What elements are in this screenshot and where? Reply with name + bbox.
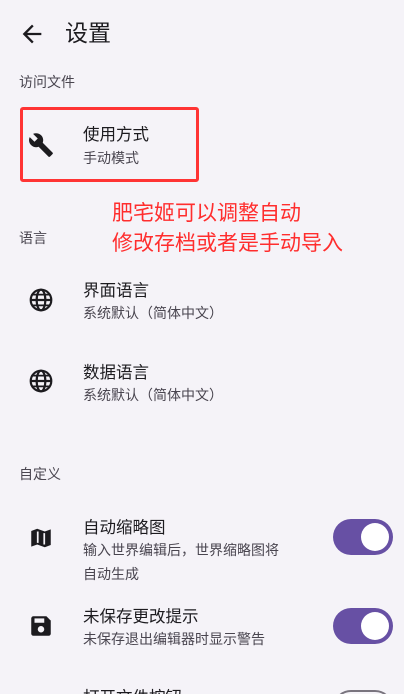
data-language-item[interactable]: 数据语言 系统默认（简体中文） [0,348,404,420]
auto-thumbnail-item[interactable]: 自动缩略图 输入世界编辑后，世界缩略图将 自动生成 [0,505,404,590]
section-header-custom: 自定义 [19,467,61,483]
auto-thumbnail-label: 自动缩略图 [83,518,166,537]
open-file-button-item[interactable]: 打开文件按钮 [0,676,404,694]
unsaved-prompt-desc: 未保存退出编辑器时显示警告 [83,632,265,648]
unsaved-prompt-item[interactable]: 未保存更改提示 未保存退出编辑器时显示警告 [0,600,404,660]
data-language-value: 系统默认（简体中文） [83,388,223,404]
unsaved-prompt-label: 未保存更改提示 [83,607,199,626]
section-header-files: 访问文件 [19,75,75,91]
app-bar: 设置 [0,0,404,68]
annotation-line-2: 修改存档或者是手动导入 [112,231,343,255]
toggle-knob [361,612,389,640]
globe-icon [29,288,53,312]
toggle-knob [361,523,389,551]
unsaved-prompt-toggle[interactable] [333,608,393,644]
save-icon [31,616,51,636]
arrow-left-icon[interactable] [18,20,46,48]
auto-thumbnail-desc-line1: 输入世界编辑后，世界缩略图将 [83,543,279,559]
ui-language-label: 界面语言 [83,281,149,300]
section-header-language: 语言 [19,231,47,247]
auto-thumbnail-toggle[interactable] [333,519,393,555]
ui-language-value: 系统默认（简体中文） [83,306,223,322]
highlight-box [20,107,199,182]
page-title: 设置 [65,21,111,47]
annotation-line-1: 肥宅姬可以调整自动 [112,201,301,225]
ui-language-item[interactable]: 界面语言 系统默认（简体中文） [0,265,404,337]
data-language-label: 数据语言 [83,363,149,382]
globe-icon [29,369,53,393]
map-icon [31,528,51,548]
open-file-button-toggle[interactable] [333,690,393,694]
auto-thumbnail-desc-line2: 自动生成 [83,567,139,583]
open-file-button-label: 打开文件按钮 [83,684,182,694]
annotation-text: 肥宅姬可以调整自动 修改存档或者是手动导入 [112,198,343,258]
